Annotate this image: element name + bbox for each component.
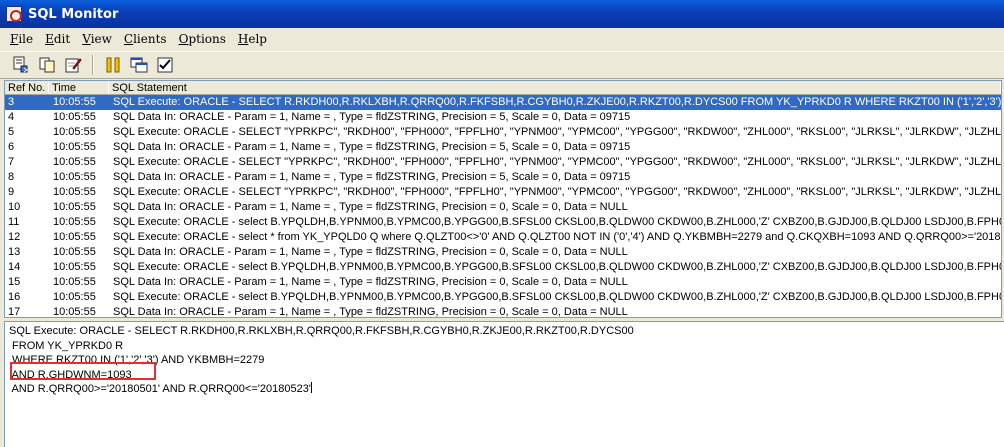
pause-button[interactable] [102, 54, 124, 76]
cell-sql-statement: SQL Data In: ORACLE - Param = 1, Name = … [113, 246, 628, 258]
cell-sql-statement: SQL Data In: ORACLE - Param = 1, Name = … [113, 276, 628, 288]
edit-icon [65, 58, 82, 73]
menu-options[interactable]: Options [173, 32, 232, 46]
cell-time-stamp: 10:05:55 [53, 201, 96, 213]
table-row[interactable]: 15 10:05:55 SQL Data In: ORACLE - Param = … [5, 275, 1001, 290]
cell-ref-no: 16 [8, 291, 21, 303]
cell-ref-no: 13 [8, 246, 21, 258]
cell-sql-statement: SQL Execute: ORACLE - select B.YPQLDH,B.… [113, 291, 1001, 303]
toolbar-separator [92, 55, 94, 75]
cell-sql-statement: SQL Data In: ORACLE - Param = 1, Name = … [113, 201, 628, 213]
windows-icon [130, 57, 148, 73]
window-title: SQL Monitor [28, 6, 119, 22]
menu-file[interactable]: File [4, 32, 39, 46]
table-row[interactable]: 6 10:05:55 SQL Data In: ORACLE - Param = 1… [5, 140, 1001, 155]
cell-ref-no: 10 [8, 201, 21, 213]
cell-time-stamp: 10:05:55 [53, 306, 96, 318]
sql-log-list[interactable]: Ref No. Time Stamp SQL Statement 3 10:05:… [4, 80, 1002, 318]
column-header-sql-statement[interactable]: SQL Statement [109, 81, 1001, 94]
cell-ref-no: 5 [8, 126, 15, 138]
cell-sql-statement: SQL Execute: ORACLE - SELECT "YPRKPC", "… [113, 126, 1001, 138]
cell-time-stamp: 10:05:55 [53, 216, 96, 228]
table-row[interactable]: 4 10:05:55 SQL Data In: ORACLE - Param = 1… [5, 110, 1001, 125]
cell-sql-statement: SQL Data In: ORACLE - Param = 1, Name = … [113, 141, 631, 153]
cell-time-stamp: 10:05:55 [53, 156, 96, 168]
cell-time-stamp: 10:05:55 [53, 171, 96, 183]
checklist-button[interactable] [154, 54, 176, 76]
column-header-time-stamp[interactable]: Time Stamp [49, 81, 109, 108]
sql-detail-pane[interactable]: SQL Execute: ORACLE - SELECT R.RKDH00,R.… [4, 321, 1004, 447]
menu-view[interactable]: View [76, 32, 118, 46]
cell-sql-statement: SQL Execute: ORACLE - select * from YK_Y… [113, 231, 1001, 243]
table-row[interactable]: 11 10:05:55 SQL Execute: ORACLE - select B… [5, 215, 1001, 230]
cell-ref-no: 8 [8, 171, 15, 183]
windows-button[interactable] [128, 54, 150, 76]
cell-time-stamp: 10:05:55 [53, 96, 96, 108]
cell-time-stamp: 10:05:55 [53, 111, 96, 123]
list-rows: 3 10:05:55 SQL Execute: ORACLE - SELECT R.… [5, 95, 1001, 318]
table-row[interactable]: 9 10:05:55 SQL Execute: ORACLE - SELECT "Y… [5, 185, 1001, 200]
cell-time-stamp: 10:05:55 [53, 291, 96, 303]
copy-icon [39, 57, 55, 73]
cell-sql-statement: SQL Data In: ORACLE - Param = 1, Name = … [113, 111, 631, 123]
cell-time-stamp: 10:05:55 [53, 231, 96, 243]
cell-sql-statement: SQL Data In: ORACLE - Param = 1, Name = … [113, 171, 631, 183]
table-row[interactable]: 10 10:05:55 SQL Data In: ORACLE - Param = … [5, 200, 1001, 215]
cell-time-stamp: 10:05:55 [53, 141, 96, 153]
table-row[interactable]: 12 10:05:55 SQL Execute: ORACLE - select *… [5, 230, 1001, 245]
cell-ref-no: 14 [8, 261, 21, 273]
cell-time-stamp: 10:05:55 [53, 276, 96, 288]
highlight-annotation [10, 362, 156, 380]
menu-edit[interactable]: Edit [39, 32, 76, 46]
pause-icon [106, 57, 120, 73]
cell-sql-statement: SQL Execute: ORACLE - select B.YPQLDH,B.… [113, 216, 1001, 228]
cell-ref-no: 7 [8, 156, 15, 168]
detail-line: AND R.GHDWNM=1093 [9, 368, 132, 381]
cell-ref-no: 15 [8, 276, 21, 288]
menu-help[interactable]: Help [232, 32, 273, 46]
table-row[interactable]: 17 10:05:55 SQL Data In: ORACLE - Param = … [5, 305, 1001, 318]
cell-ref-no: 17 [8, 306, 21, 318]
cell-ref-no: 11 [8, 216, 20, 228]
toolbar [0, 51, 1004, 79]
detail-line: SQL Execute: ORACLE - SELECT R.RKDH00,R.… [9, 325, 634, 337]
copy-button[interactable] [36, 54, 58, 76]
cell-ref-no: 9 [8, 186, 15, 198]
cell-sql-statement: SQL Execute: ORACLE - SELECT "YPRKPC", "… [113, 186, 1001, 198]
cell-sql-statement: SQL Execute: ORACLE - SELECT "YPRKPC", "… [113, 156, 1001, 168]
detail-line: FROM YK_YPRKD0 R [9, 339, 124, 352]
save-log-button[interactable] [10, 54, 32, 76]
title-bar[interactable]: SQL Monitor [0, 0, 1004, 28]
detail-line: WHERE RKZT00 IN ('1','2','3') AND YKBMBH… [9, 354, 265, 366]
text-caret [310, 382, 312, 393]
cell-ref-no: 6 [8, 141, 15, 153]
menu-clients[interactable]: Clients [118, 32, 173, 46]
edit-button[interactable] [62, 54, 84, 76]
table-row[interactable]: 16 10:05:55 SQL Execute: ORACLE - select B… [5, 290, 1001, 305]
cell-time-stamp: 10:05:55 [53, 186, 96, 198]
cell-ref-no: 12 [8, 231, 21, 243]
cell-ref-no: 4 [8, 111, 15, 123]
table-row[interactable]: 13 10:05:55 SQL Data In: ORACLE - Param = … [5, 245, 1001, 260]
cell-time-stamp: 10:05:55 [53, 126, 96, 138]
detail-line-last: AND R.QRRQ00>='20180501' AND R.QRRQ00<='… [9, 382, 312, 395]
table-row[interactable]: 8 10:05:55 SQL Data In: ORACLE - Param = 1… [5, 170, 1001, 185]
cell-ref-no: 3 [8, 96, 15, 108]
table-row[interactable]: 7 10:05:55 SQL Execute: ORACLE - SELECT "Y… [5, 155, 1001, 170]
table-row[interactable]: 5 10:05:55 SQL Execute: ORACLE - SELECT "Y… [5, 125, 1001, 140]
app-icon [6, 6, 22, 22]
menu-bar: File Edit View Clients Options Help [0, 29, 1004, 49]
cell-sql-statement: SQL Data In: ORACLE - Param = 1, Name = … [113, 306, 628, 318]
column-header-ref-no[interactable]: Ref No. [5, 81, 49, 94]
list-header: Ref No. Time Stamp SQL Statement [5, 81, 1001, 108]
table-row[interactable]: 14 10:05:55 SQL Execute: ORACLE - select B… [5, 260, 1001, 275]
save-log-icon [13, 56, 28, 73]
cell-sql-statement: SQL Execute: ORACLE - select B.YPQLDH,B.… [113, 261, 1001, 273]
cell-time-stamp: 10:05:55 [53, 246, 96, 258]
checklist-icon [157, 57, 173, 73]
cell-sql-statement: SQL Execute: ORACLE - SELECT R.RKDH00,R.… [113, 96, 1001, 108]
cell-time-stamp: 10:05:55 [53, 261, 96, 273]
table-row[interactable]: 3 10:05:55 SQL Execute: ORACLE - SELECT R.… [5, 95, 1001, 110]
